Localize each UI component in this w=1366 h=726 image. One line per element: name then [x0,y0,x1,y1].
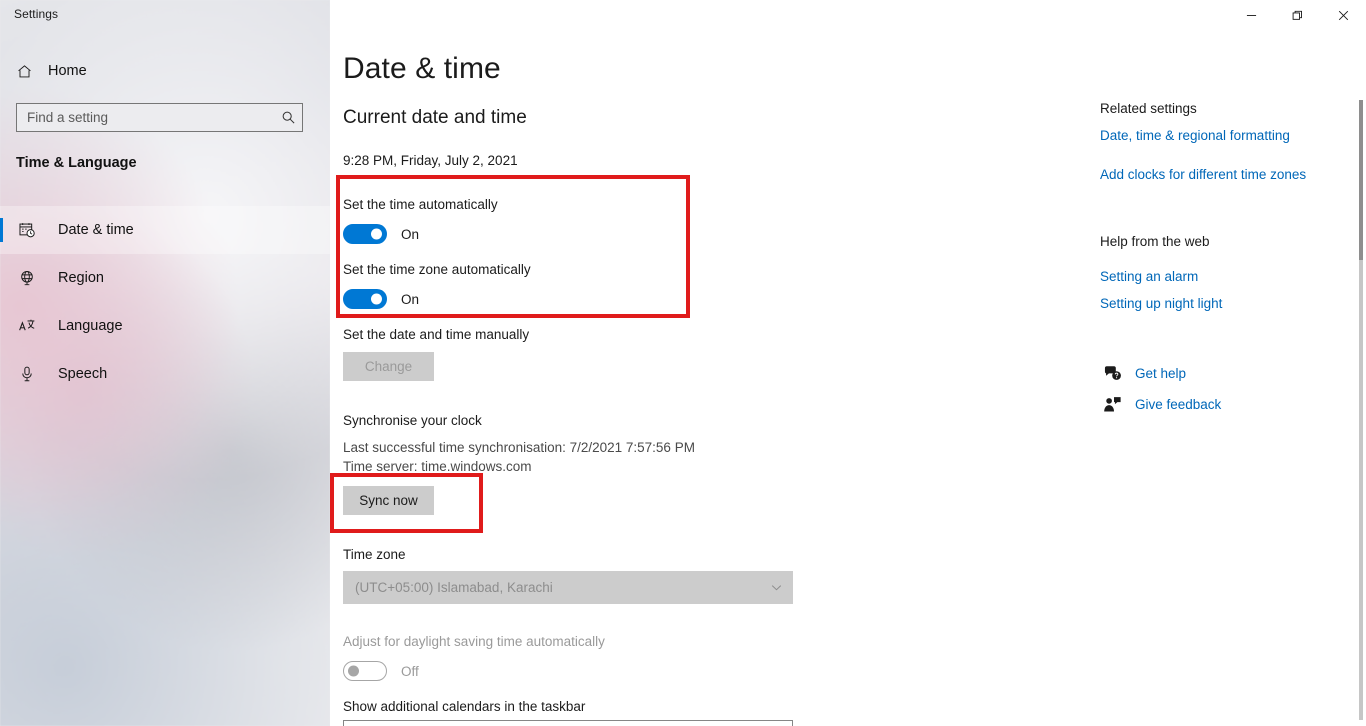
link-date-time-regional-formatting[interactable]: Date, time & regional formatting [1100,128,1290,143]
set-time-automatically-row[interactable]: On [343,224,419,244]
help-from-web-heading: Help from the web [1100,234,1210,249]
search-box[interactable] [16,103,303,132]
give-feedback-row[interactable]: Give feedback [1100,393,1221,415]
synchronise-clock-heading: Synchronise your clock [343,413,482,428]
microphone-icon [16,363,38,385]
last-sync-text: Last successful time synchronisation: 7/… [343,440,695,455]
dst-state: Off [401,663,419,679]
sidebar-item-speech-label: Speech [58,366,108,382]
sidebar-item-language-label: Language [58,318,123,334]
sidebar-item-date-time-label: Date & time [58,222,134,238]
set-timezone-automatically-row[interactable]: On [343,289,419,309]
set-time-automatically-state: On [401,226,420,242]
sidebar-item-home[interactable]: Home [0,55,330,87]
right-rail: Related settings Date, time & regional f… [1100,0,1366,726]
sidebar-item-region-label: Region [58,270,104,286]
set-manually-label: Set the date and time manually [343,327,530,342]
dst-row[interactable]: Off [343,661,419,681]
sidebar-item-language[interactable]: Language [0,302,330,350]
change-button[interactable]: Change [343,352,434,381]
timezone-value: (UTC+05:00) Islamabad, Karachi [355,580,553,595]
related-settings-heading: Related settings [1100,101,1197,116]
set-timezone-automatically-toggle[interactable] [343,289,387,309]
scrollbar-thumb[interactable] [1359,100,1363,260]
sync-now-button[interactable]: Sync now [343,486,434,515]
set-timezone-automatically-label: Set the time zone automatically [343,262,531,277]
search-icon[interactable] [274,104,302,131]
time-server-text: Time server: time.windows.com [343,459,532,474]
settings-window: Settings Home Find a setting Time & Lang… [0,0,1366,726]
vertical-scrollbar[interactable] [1359,100,1363,720]
set-timezone-automatically-state: On [401,291,420,307]
calendar-clock-icon [16,219,38,241]
sidebar-item-home-label: Home [48,63,87,79]
sidebar: Settings Home Find a setting Time & Lang… [0,0,330,726]
main-content: Date & time Current date and time 9:28 P… [330,0,1366,726]
sidebar-item-speech[interactable]: Speech [0,350,330,398]
dst-label: Adjust for daylight saving time automati… [343,634,605,649]
additional-calendars-dropdown[interactable] [343,720,793,726]
language-icon [16,315,38,337]
link-give-feedback[interactable]: Give feedback [1135,397,1221,412]
link-setting-up-night-light[interactable]: Setting up night light [1100,296,1222,311]
set-time-automatically-label: Set the time automatically [343,197,498,212]
sidebar-item-date-time[interactable]: Date & time [0,206,330,254]
section-title-current-date-time: Current date and time [343,107,527,128]
window-title: Settings [14,7,59,21]
get-help-row[interactable]: Get help [1100,362,1186,384]
search-input[interactable] [17,110,274,125]
additional-calendars-label: Show additional calendars in the taskbar [343,699,586,714]
timezone-label: Time zone [343,547,406,562]
sidebar-nav: Date & time Region Language Speech [0,206,330,398]
chevron-down-icon [759,581,793,594]
link-add-clocks-time-zones[interactable]: Add clocks for different time zones [1100,167,1306,182]
question-bubble-icon [1100,363,1124,383]
page-title: Date & time [343,52,501,85]
sidebar-category-title: Time & Language [16,155,137,171]
dst-toggle[interactable] [343,661,387,681]
globe-icon [16,267,38,289]
link-get-help[interactable]: Get help [1135,366,1186,381]
timezone-dropdown[interactable]: (UTC+05:00) Islamabad, Karachi [343,571,793,604]
current-datetime-value: 9:28 PM, Friday, July 2, 2021 [343,153,518,168]
set-time-automatically-toggle[interactable] [343,224,387,244]
feedback-person-icon [1100,394,1124,414]
home-icon [14,61,34,81]
sidebar-item-region[interactable]: Region [0,254,330,302]
link-setting-an-alarm[interactable]: Setting an alarm [1100,269,1198,284]
